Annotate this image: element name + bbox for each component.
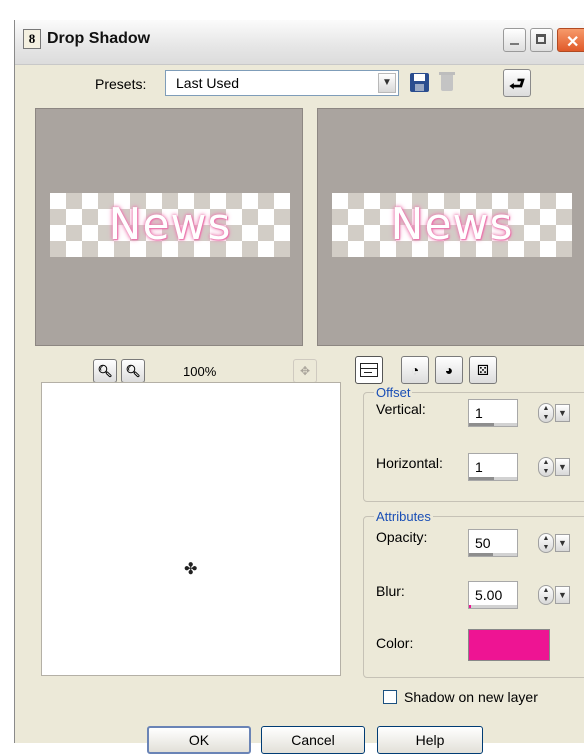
blur-label: Blur: (376, 583, 405, 599)
presets-label: Presets: (95, 76, 147, 92)
maximize-button[interactable] (530, 28, 553, 52)
dice-icon: ⚄ (476, 362, 490, 378)
zoom-out-button[interactable]: 🔍︎ (93, 359, 117, 383)
blur-spinner[interactable]: ▲ ▼ ▼ (538, 585, 572, 605)
color-swatch[interactable] (468, 629, 550, 661)
shadow-new-layer-label[interactable]: Shadow on new layer (404, 689, 538, 705)
after-preview[interactable]: News (317, 108, 584, 346)
move-icon: ✥ (299, 364, 311, 378)
horizontal-input[interactable]: 1 (468, 453, 518, 481)
spin-up-down-icon[interactable]: ▲ ▼ (538, 457, 554, 477)
spin-up-down-icon[interactable]: ▲ ▼ (538, 585, 554, 605)
reset-button[interactable]: ⮐ (503, 69, 531, 97)
offset-group: Offset Vertical: 1 ▲ ▼ ▼ Horizontal: 1 ▲ ▼ ▼ (363, 385, 584, 502)
attributes-legend: Attributes (374, 509, 433, 524)
zoom-out-icon: 🔍︎ (97, 364, 113, 378)
pan-button[interactable]: ✥ (293, 359, 317, 383)
color-label: Color: (376, 635, 414, 651)
title-bar[interactable]: 8 Drop Shadow ✕ (15, 20, 584, 65)
chevron-down-icon[interactable]: ▼ (555, 458, 570, 476)
before-preview[interactable]: News (35, 108, 303, 346)
floppy-disk-icon (410, 73, 429, 92)
delete-preset-button[interactable] (436, 71, 460, 95)
horizontal-label: Horizontal: (376, 455, 443, 471)
window-title: Drop Shadow (47, 30, 151, 47)
preview-text: News (108, 199, 232, 250)
maximize-icon (536, 34, 546, 44)
close-icon: ✕ (566, 34, 580, 51)
minimize-button[interactable] (503, 28, 526, 52)
horizontal-slider[interactable] (469, 477, 517, 480)
auto-proof-button[interactable]: ◕ (435, 356, 463, 384)
eye-icon: ◕ (444, 362, 454, 378)
chevron-down-icon[interactable]: ▼ (555, 404, 570, 422)
opacity-spinner[interactable]: ▲ ▼ ▼ (538, 533, 572, 553)
offset-canvas[interactable]: ✤ (41, 382, 341, 676)
presets-value: Last Used (176, 75, 240, 91)
save-preset-button[interactable] (408, 71, 432, 95)
eye-lock-icon: ◔ (410, 362, 420, 378)
crosshair-icon[interactable]: ✤ (184, 559, 197, 579)
reset-arrow-icon: ⮐ (509, 74, 526, 94)
chevron-down-icon[interactable]: ▼ (555, 534, 570, 552)
horizontal-spinner[interactable]: ▲ ▼ ▼ (538, 457, 572, 477)
help-button[interactable]: Help (377, 726, 483, 754)
vertical-value: 1 (475, 405, 483, 421)
blur-value: 5.00 (475, 587, 503, 603)
list-view-icon (360, 363, 378, 377)
transparency-checkerboard: News (332, 193, 572, 257)
presets-dropdown[interactable]: Last Used ▼ (165, 70, 399, 96)
opacity-input[interactable]: 50 (468, 529, 518, 557)
spin-up-down-icon[interactable]: ▲ ▼ (538, 403, 554, 423)
horizontal-value: 1 (475, 459, 483, 475)
minimize-icon (510, 43, 519, 45)
proof-button[interactable]: ◔ (401, 356, 429, 384)
vertical-slider[interactable] (469, 423, 517, 426)
vertical-input[interactable]: 1 (468, 399, 518, 427)
drop-shadow-dialog: 8 Drop Shadow ✕ Presets: Last Used ▼ ⮐ N… (14, 20, 584, 754)
settings-view-button[interactable] (355, 356, 383, 384)
trash-icon (439, 72, 455, 91)
blur-input[interactable]: 5.00 (468, 581, 518, 609)
opacity-value: 50 (475, 535, 491, 551)
vertical-spinner[interactable]: ▲ ▼ ▼ (538, 403, 572, 423)
app-icon: 8 (23, 29, 41, 49)
vertical-label: Vertical: (376, 401, 426, 417)
zoom-level: 100% (183, 364, 217, 379)
chevron-down-icon[interactable]: ▼ (555, 586, 570, 604)
shadow-new-layer-checkbox[interactable] (383, 690, 397, 704)
preview-text: News (390, 199, 514, 250)
cancel-button[interactable]: Cancel (261, 726, 365, 754)
spin-up-down-icon[interactable]: ▲ ▼ (538, 533, 554, 553)
offset-legend: Offset (374, 385, 413, 400)
blur-slider[interactable] (469, 605, 517, 608)
zoom-in-button[interactable]: 🔍︎ (121, 359, 145, 383)
randomize-button[interactable]: ⚄ (469, 356, 497, 384)
ok-button[interactable]: OK (147, 726, 251, 754)
opacity-label: Opacity: (376, 529, 428, 545)
chevron-down-icon[interactable]: ▼ (378, 73, 396, 93)
opacity-slider[interactable] (469, 553, 517, 556)
close-button[interactable]: ✕ (557, 28, 584, 52)
attributes-group: Attributes Opacity: 50 ▲ ▼ ▼ Blur: 5.00 ▲ ▼… (363, 509, 584, 678)
zoom-in-icon: 🔍︎ (125, 364, 141, 378)
transparency-checkerboard: News (50, 193, 290, 257)
